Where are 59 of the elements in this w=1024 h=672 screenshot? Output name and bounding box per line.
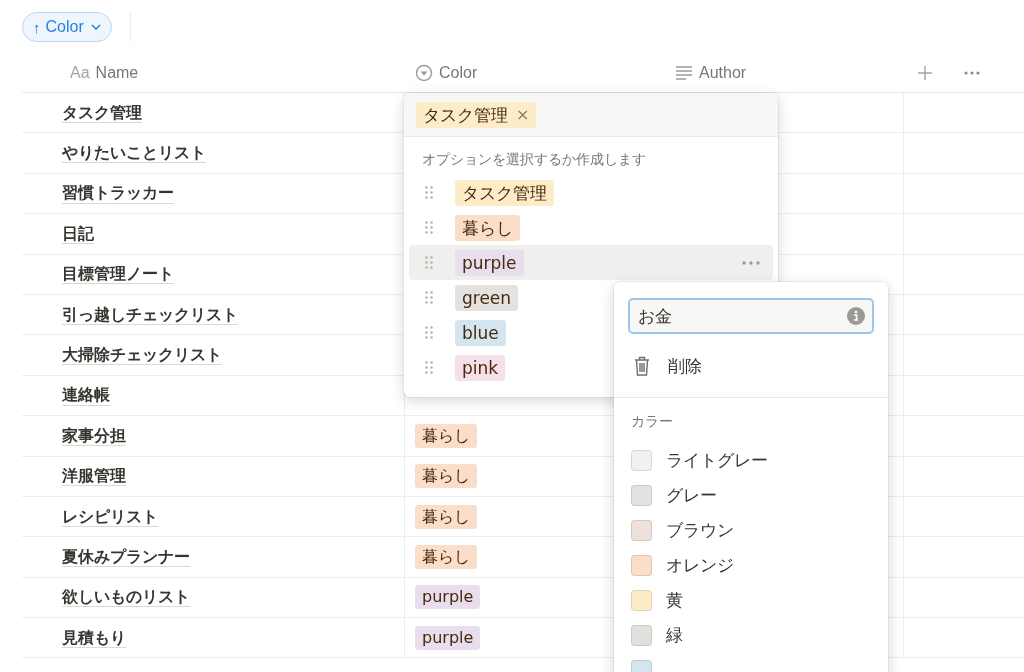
- page-title-link[interactable]: 習慣トラッカー: [62, 183, 174, 204]
- sort-button[interactable]: ↑ Color: [22, 12, 112, 42]
- column-header[interactable]: Color: [405, 64, 478, 82]
- page-title-link[interactable]: やりたいことリスト: [62, 143, 206, 164]
- color-option[interactable]: ブラウン: [614, 513, 888, 548]
- tag: 暮らし: [455, 214, 520, 241]
- tag: 暮らし: [415, 464, 477, 489]
- plus-icon: [918, 66, 932, 80]
- drag-handle-icon: [425, 221, 433, 234]
- info-icon: [847, 307, 865, 325]
- hint-text: オプションを選択するか作成します: [421, 150, 647, 169]
- more-icon: [742, 261, 760, 265]
- page-title-link[interactable]: 日記: [62, 223, 94, 244]
- tag: pink: [455, 354, 506, 381]
- drag-handle-icon: [425, 326, 433, 339]
- tag: purple: [455, 249, 524, 276]
- page-title-link[interactable]: 見積もり: [62, 627, 126, 648]
- selected-tag: タスク管理 ×: [416, 101, 537, 128]
- page-title-link[interactable]: 家事分担: [62, 425, 126, 446]
- tag: purple: [415, 625, 481, 650]
- page-title-link[interactable]: 夏休みプランナー: [62, 546, 190, 568]
- trash-icon: [634, 356, 650, 376]
- tag: purple: [415, 585, 481, 610]
- page-title-link[interactable]: 洋服管理: [62, 466, 126, 487]
- tag: green: [455, 284, 519, 311]
- tag: 暮らし: [415, 423, 477, 448]
- drag-handle-icon: [425, 186, 433, 199]
- tag: 暮らし: [415, 545, 477, 569]
- option-row[interactable]: タスク管理: [409, 175, 773, 210]
- page-title-link[interactable]: 大掃除チェックリスト: [62, 344, 222, 366]
- text-lines-icon: [675, 65, 693, 81]
- section-heading: カラー: [630, 412, 674, 431]
- tag: blue: [455, 319, 506, 346]
- color-option[interactable]: 黄: [614, 583, 888, 618]
- dropdown-circle-icon: [415, 64, 433, 82]
- drag-handle-icon: [425, 291, 433, 304]
- page-title-link[interactable]: 目標管理ノート: [62, 264, 174, 285]
- page-title-link[interactable]: 欲しいものリスト: [62, 587, 190, 608]
- column-header[interactable]: Author: [665, 64, 747, 82]
- page-title-link[interactable]: 引っ越しチェックリスト: [62, 304, 238, 325]
- color-option[interactable]: 緑: [614, 618, 888, 653]
- name-field[interactable]: お金: [628, 298, 874, 334]
- remove-button[interactable]: ×: [516, 102, 530, 127]
- column-header[interactable]: Aa Name: [22, 64, 139, 82]
- delete-menu-item[interactable]: 削除: [614, 349, 888, 383]
- option-row[interactable]: 暮らし: [409, 210, 773, 245]
- chevron-down-icon: [90, 24, 101, 30]
- tag: 暮らし: [415, 504, 477, 529]
- tag: タスク管理: [455, 179, 554, 206]
- page-title-link[interactable]: レシピリスト: [62, 506, 158, 527]
- drag-handle-icon: [425, 361, 433, 374]
- color-option[interactable]: オレンジ: [614, 548, 888, 583]
- page-title-link[interactable]: 連絡帳: [62, 385, 110, 406]
- page-title-link[interactable]: タスク管理: [62, 102, 142, 123]
- color-option[interactable]: ライトグレー: [614, 443, 888, 478]
- option-row[interactable]: purple: [409, 245, 773, 280]
- color-option[interactable]: グレー: [614, 478, 888, 513]
- more-icon: [964, 71, 980, 75]
- drag-handle-icon: [425, 256, 433, 269]
